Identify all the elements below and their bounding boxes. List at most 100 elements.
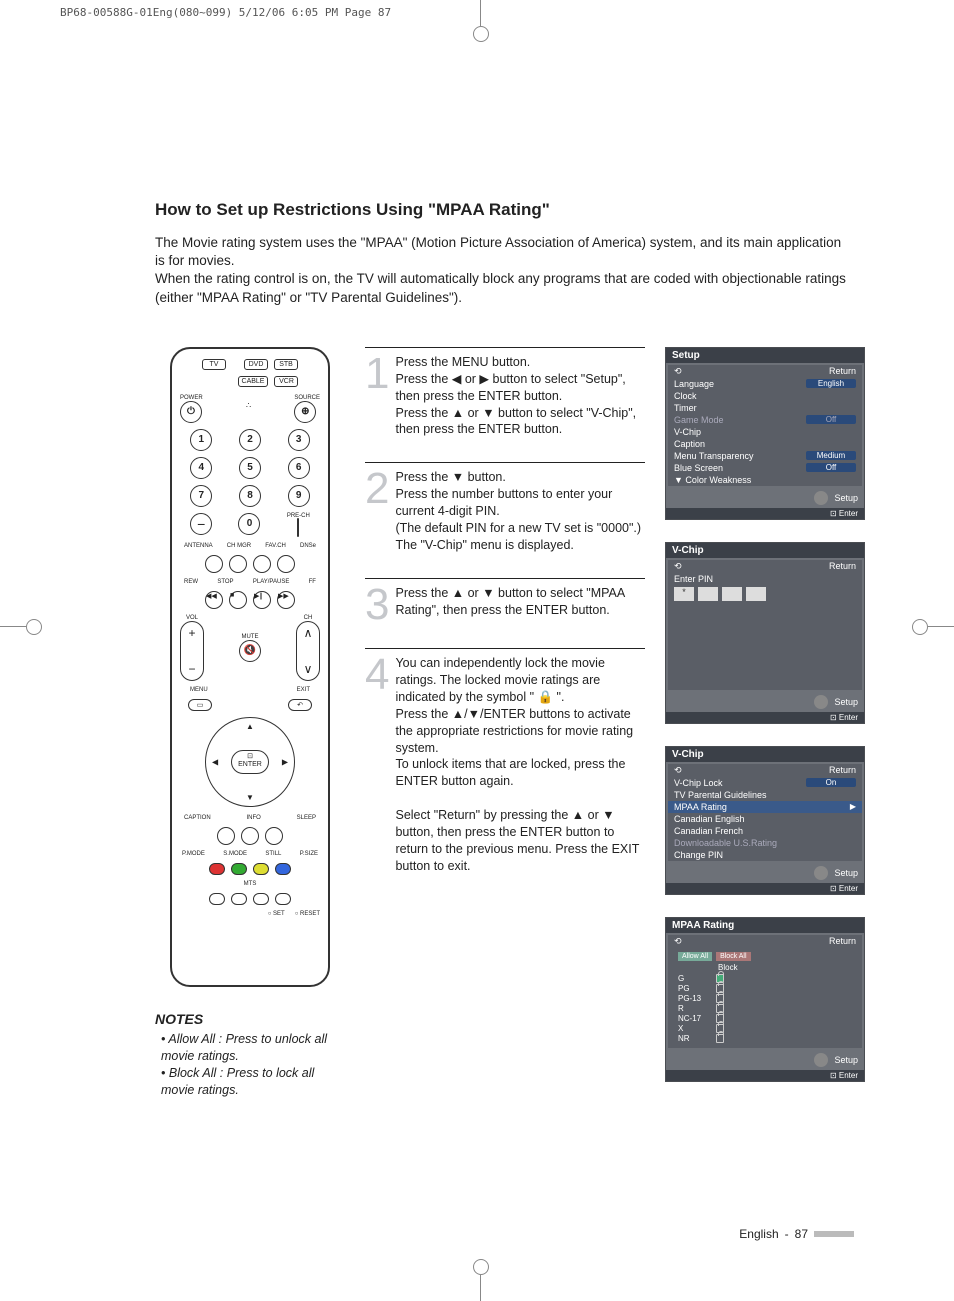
menu-item: V-Chip LockOn	[668, 777, 862, 789]
ff-label: FF	[309, 579, 316, 585]
footer-label: Setup	[834, 493, 858, 503]
extra-button	[275, 893, 291, 905]
menu-item: Game ModeOff	[668, 414, 862, 426]
remote-cable-button: CABLE	[238, 376, 269, 387]
remote-tv-button: TV	[202, 359, 226, 370]
power-label: POWER	[180, 395, 203, 401]
number-3-button: 3	[288, 429, 310, 451]
menu-title: V-Chip	[666, 747, 864, 762]
step-number: 1	[365, 354, 389, 438]
rew-button: ◀◀	[205, 591, 223, 609]
rew-label: REW	[184, 579, 198, 585]
menu-button: ▭	[188, 699, 212, 711]
green-button	[231, 863, 247, 875]
volume-rocker: +−	[180, 621, 204, 681]
menu-title: Setup	[666, 348, 864, 363]
mpaa-rating-screenshot: MPAA Rating Return Allow AllBlock All Bl…	[665, 917, 865, 1082]
gear-icon	[814, 491, 828, 505]
rating-row: PG	[678, 984, 852, 994]
rating-row: X	[678, 1024, 852, 1034]
notes-section: NOTES Allow All : Press to unlock all mo…	[155, 1011, 345, 1099]
power-icon: ⏻	[180, 401, 202, 423]
menu-item: Downloadable U.S.Rating	[668, 837, 862, 849]
notes-heading: NOTES	[155, 1011, 345, 1027]
step-number: 4	[365, 655, 389, 874]
number-8-button: 8	[239, 485, 261, 507]
step-body: Press the MENU button.Press the ◀ or ▶ b…	[395, 354, 645, 438]
return-item: Return	[668, 365, 862, 378]
return-item: Return	[668, 935, 862, 948]
caption-button	[217, 827, 235, 845]
vchip-pin-screenshot: V-Chip Return Enter PIN Setup ⊡ Enter	[665, 542, 865, 724]
footer-label: Setup	[834, 697, 858, 707]
info-button	[241, 827, 259, 845]
notes-item: Allow All : Press to unlock all movie ra…	[161, 1031, 345, 1065]
remote-control-diagram: TV DVD STB CABLE VCR POWER⏻ ∴ SOURCE⊕ 12…	[170, 347, 330, 987]
dnse-label: DNSe	[300, 543, 316, 549]
footer-label: Setup	[834, 868, 858, 878]
crop-mark-icon	[480, 0, 481, 26]
still-label: STILL	[265, 851, 281, 857]
menu-item: Clock	[668, 390, 862, 402]
mute-label: MUTE	[239, 634, 261, 640]
lock-icon	[716, 1034, 724, 1043]
psize-label: P.SIZE	[300, 851, 318, 857]
number-9-button: 9	[288, 485, 310, 507]
gear-icon	[814, 1053, 828, 1067]
source-icon: ⊕	[294, 401, 316, 423]
return-item: Return	[668, 560, 862, 573]
enter-button: ⊡ENTER	[231, 750, 269, 774]
step-body: You can independently lock the movie rat…	[395, 655, 645, 874]
rating-row: G	[678, 974, 852, 984]
sleep-label: SLEEP	[297, 815, 316, 821]
page-title: How to Set up Restrictions Using "MPAA R…	[155, 200, 894, 220]
header-print-meta: BP68-00588G-01Eng(080~099) 5/12/06 6:05 …	[60, 6, 391, 19]
source-label: SOURCE	[294, 395, 320, 401]
smode-label: S.MODE	[223, 851, 247, 857]
play-button: ▶∥	[253, 591, 271, 609]
enter-hint: ⊡ Enter	[666, 883, 864, 894]
menu-title: MPAA Rating	[666, 918, 864, 933]
footer-page-number: 87	[795, 1227, 808, 1241]
intro-paragraph: The Movie rating system uses the "MPAA" …	[155, 234, 854, 307]
allow-block-header: Allow AllBlock All	[678, 952, 852, 961]
rating-row: R	[678, 1004, 852, 1014]
info-label: INFO	[246, 815, 260, 821]
prech-button	[297, 518, 299, 537]
ff-button: ▶▶	[277, 591, 295, 609]
page-content: How to Set up Restrictions Using "MPAA R…	[60, 50, 894, 1241]
gear-icon	[814, 695, 828, 709]
mts-label: MTS	[244, 881, 257, 887]
antenna-button	[205, 555, 223, 573]
remote-stb-button: STB	[274, 359, 298, 370]
exit-button: ↶	[288, 699, 312, 711]
number-2-button: 2	[239, 429, 261, 451]
number-0-button: 0	[238, 513, 260, 535]
dash-button: −	[190, 513, 212, 535]
gear-icon	[814, 866, 828, 880]
setup-menu-screenshot: Setup Return LanguageEnglishClockTimerGa…	[665, 347, 865, 520]
sleep-button	[265, 827, 283, 845]
stop-label: STOP	[217, 579, 233, 585]
play-label: PLAY/PAUSE	[253, 579, 289, 585]
pin-input-boxes	[668, 585, 862, 603]
exit-label: EXIT	[297, 687, 310, 693]
crop-mark-icon	[0, 626, 26, 627]
step-body: Press the ▼ button.Press the number butt…	[395, 469, 645, 553]
favch-label: FAV.CH	[265, 543, 286, 549]
blue-button	[275, 863, 291, 875]
enter-pin-label: Enter PIN	[668, 573, 862, 585]
step-1: 1Press the MENU button.Press the ◀ or ▶ …	[365, 347, 645, 462]
menu-title: V-Chip	[666, 543, 864, 558]
right-arrow-icon: ▶	[282, 757, 288, 766]
number-4-button: 4	[190, 457, 212, 479]
menu-item: Change PIN	[668, 849, 862, 861]
left-arrow-icon: ◀	[212, 757, 218, 766]
stop-button: ■	[229, 591, 247, 609]
chmgr-button	[229, 555, 247, 573]
channel-rocker: ∧∨	[296, 621, 320, 681]
yellow-button	[253, 863, 269, 875]
block-column-label: Block	[678, 963, 852, 972]
ch-label: CH	[296, 615, 320, 621]
enter-hint: ⊡ Enter	[666, 712, 864, 723]
